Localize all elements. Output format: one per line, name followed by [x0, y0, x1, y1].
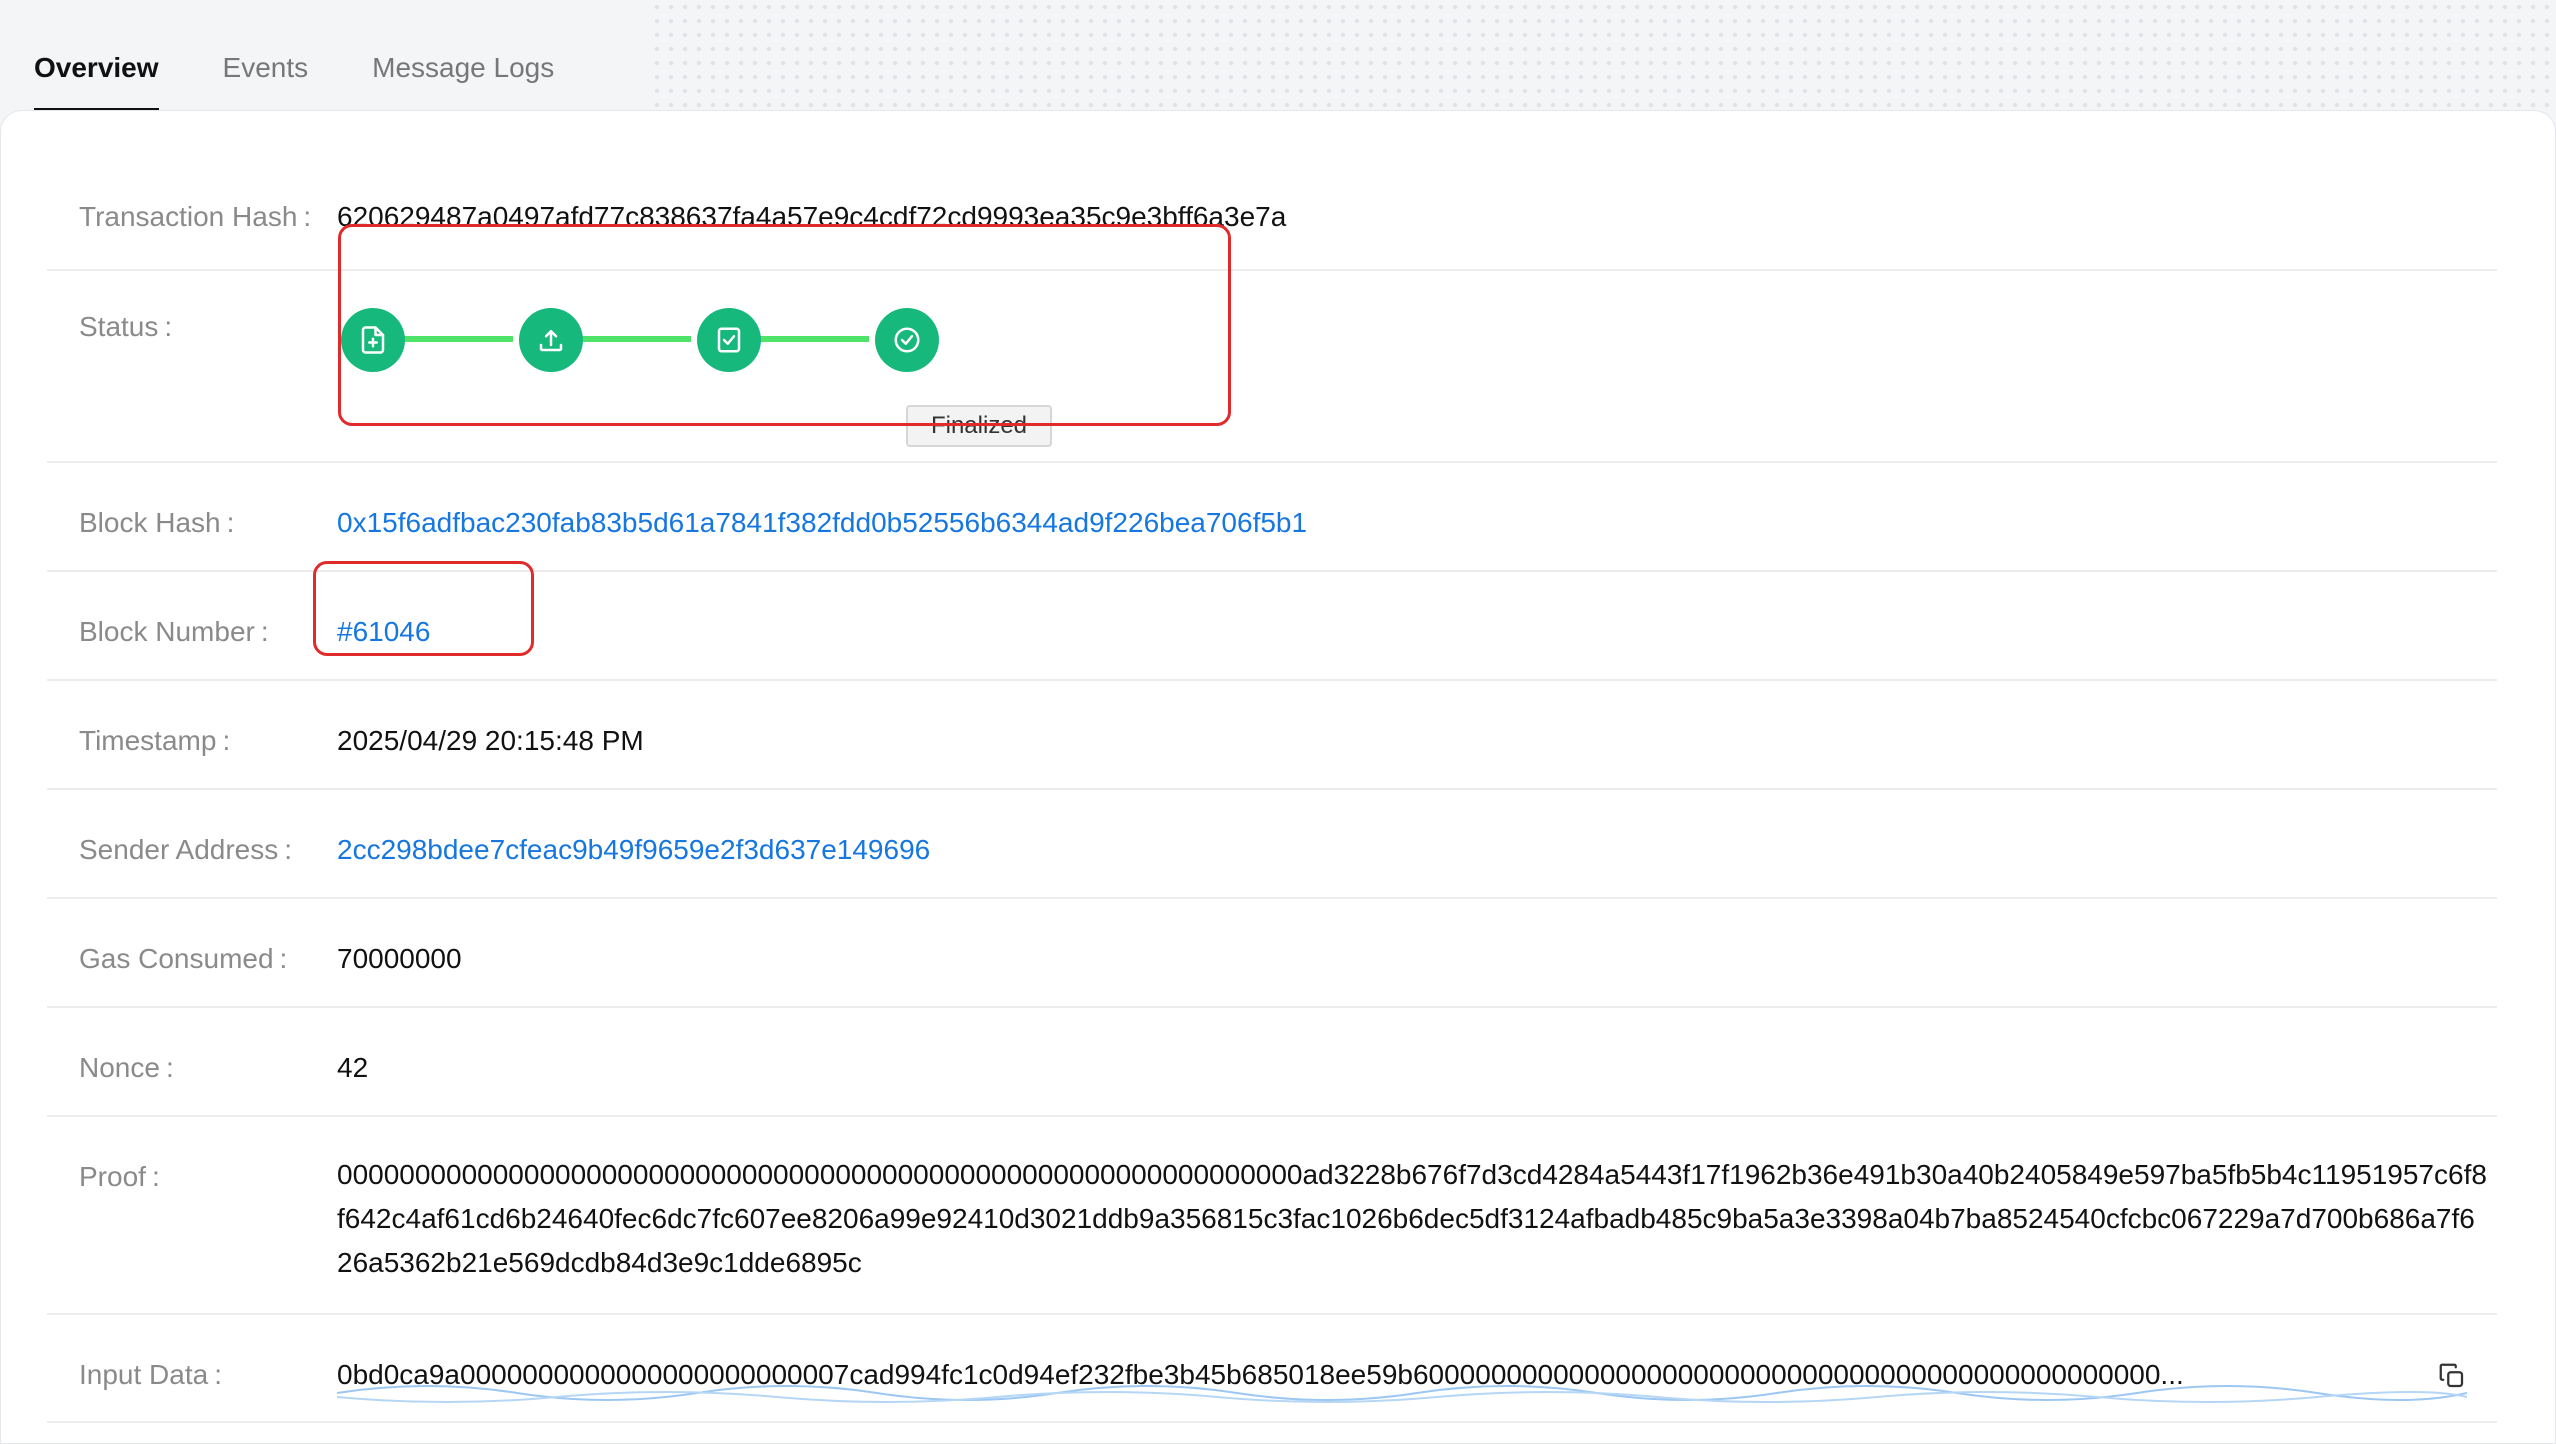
- label-sender-address: Sender Address:: [79, 834, 293, 865]
- row-proof: Proof: 000000000000000000000000000000000…: [47, 1117, 2497, 1315]
- block-number-value: #61046: [337, 616, 2497, 648]
- row-block-hash: Block Hash: 0x15f6adfbac230fab83b5d61a78…: [47, 463, 2497, 572]
- row-input-data: Input Data: 0bd0ca9a00000000000000000000…: [47, 1315, 2497, 1423]
- step-connector: [581, 336, 691, 342]
- step-connector: [403, 336, 513, 342]
- label-proof: Proof:: [79, 1161, 160, 1192]
- tab-events[interactable]: Events: [223, 52, 309, 112]
- tab-message-logs[interactable]: Message Logs: [372, 52, 554, 112]
- label-status: Status:: [79, 311, 173, 342]
- gas-consumed-value: 70000000: [337, 943, 462, 974]
- row-timestamp: Timestamp: 2025/04/29 20:15:48 PM: [47, 681, 2497, 790]
- label-nonce: Nonce:: [79, 1052, 174, 1083]
- transaction-hash-value: 620629487a0497afd77c838637fa4a57e9c4cdf7…: [337, 201, 1287, 232]
- sender-address-link[interactable]: 2cc298bdee7cfeac9b49f9659e2f3d637e149696: [337, 834, 2497, 866]
- label-timestamp: Timestamp:: [79, 725, 231, 756]
- label-gas-consumed: Gas Consumed:: [79, 943, 288, 974]
- check-circle-icon: [875, 308, 939, 372]
- input-data-text[interactable]: 0bd0ca9a0000000000000000000000007cad994f…: [337, 1359, 2417, 1391]
- status-stepper: Finalized: [333, 281, 1052, 451]
- label-block-hash: Block Hash:: [79, 507, 235, 538]
- label-block-number: Block Number:: [79, 616, 269, 647]
- input-data-value: 0bd0ca9a0000000000000000000000007cad994f…: [337, 1359, 2497, 1403]
- upload-icon: [519, 308, 583, 372]
- row-gas-consumed: Gas Consumed: 70000000: [47, 899, 2497, 1008]
- label-input-data: Input Data:: [79, 1359, 222, 1390]
- transaction-details-card: Transaction Hash: 620629487a0497afd77c83…: [0, 110, 2556, 1444]
- file-check-icon: [697, 308, 761, 372]
- tab-overview[interactable]: Overview: [34, 52, 159, 112]
- proof-value: 0000000000000000000000000000000000000000…: [337, 1159, 2487, 1278]
- nonce-value: 42: [337, 1052, 369, 1083]
- row-transaction-hash: Transaction Hash: 620629487a0497afd77c83…: [47, 201, 2497, 271]
- timestamp-value: 2025/04/29 20:15:48 PM: [337, 725, 644, 756]
- row-block-number: Block Number: #61046: [47, 572, 2497, 681]
- label-transaction-hash: Transaction Hash:: [79, 201, 312, 232]
- row-sender-address: Sender Address: 2cc298bdee7cfeac9b49f965…: [47, 790, 2497, 899]
- status-value: Finalized: [337, 308, 2497, 451]
- block-hash-link[interactable]: 0x15f6adfbac230fab83b5d61a7841f382fdd0b5…: [337, 507, 2497, 539]
- row-nonce: Nonce: 42: [47, 1008, 2497, 1117]
- row-status: Status: Finalized: [47, 271, 2497, 463]
- file-plus-icon: [341, 308, 405, 372]
- step-connector: [759, 336, 869, 342]
- tab-bar: Overview Events Message Logs: [0, 0, 2556, 112]
- status-badge: Finalized: [906, 405, 1052, 447]
- block-number-link[interactable]: #61046: [337, 616, 430, 647]
- copy-icon[interactable]: [2437, 1361, 2467, 1391]
